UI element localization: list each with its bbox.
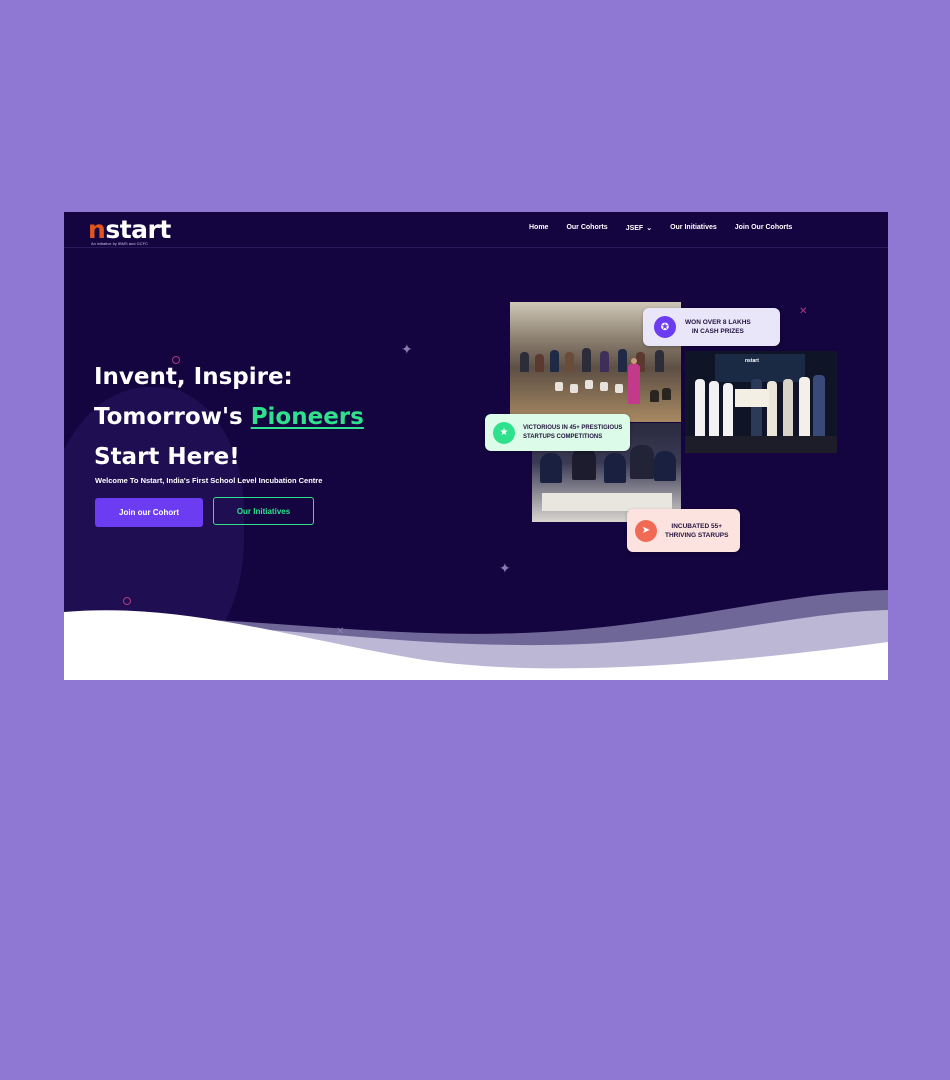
nav-links: Home Our Cohorts JSEF ⌄ Our Initiatives J… <box>529 224 810 232</box>
hero-heading-line2: Tomorrow's Pioneers <box>94 397 364 437</box>
nav-our-initiatives[interactable]: Our Initiatives <box>670 224 717 232</box>
competitions-text: VICTORIOUS IN 45+ PRESTIGIOUS STARTUPS C… <box>523 424 622 442</box>
top-navbar: nstart An initiative by IBMS and GCFC Ho… <box>64 212 888 248</box>
nav-jsef-dropdown[interactable]: JSEF ⌄ <box>626 224 652 232</box>
rocket-icon: ➤ <box>635 519 657 542</box>
startups-line1: INCUBATED 55+ <box>671 522 723 530</box>
nav-jsef-label: JSEF <box>625 225 644 232</box>
competitions-line1: VICTORIOUS IN 45+ PRESTIGIOUS <box>523 424 623 431</box>
award-medal-icon: ✪ <box>654 316 676 338</box>
stage-screen-label: nstart <box>745 358 759 364</box>
hero-subtitle: Welcome To Nstart, India's First School … <box>95 476 323 485</box>
stage-screen: nstart <box>715 354 805 382</box>
competitions-line2: STARTUPS COMPETITIONS <box>523 433 603 440</box>
cash-prizes-line1: WON OVER 8 LAKHS <box>685 319 751 326</box>
startups-badge: ➤ INCUBATED 55+ THRIVING STARUPS <box>627 509 740 552</box>
x-mark-icon: ✕ <box>799 306 808 317</box>
website-frame: nstart An initiative by IBMS and GCFC Ho… <box>64 212 888 680</box>
nav-join-our-cohorts[interactable]: Join Our Cohorts <box>735 224 793 232</box>
nav-our-cohorts[interactable]: Our Cohorts <box>566 224 607 232</box>
competitions-badge: ★ VICTORIOUS IN 45+ PRESTIGIOUS STARTUPS… <box>485 414 630 451</box>
nstart-logo[interactable]: nstart An initiative by IBMS and GCFC <box>88 215 171 247</box>
hero-heading-highlight: Pioneers <box>250 404 364 430</box>
team-award-photo: nstart <box>685 351 837 453</box>
nav-home[interactable]: Home <box>529 224 548 232</box>
hero-heading-line1: Invent, Inspire: <box>94 364 293 390</box>
cash-prizes-line2: IN CASH PRIZES <box>691 328 744 335</box>
sparkle-icon: ✦ <box>499 560 511 576</box>
cash-prizes-badge: ✪ WON OVER 8 LAKHS IN CASH PRIZES <box>643 308 780 346</box>
trophy-icon: ★ <box>493 421 515 444</box>
prize-cheque <box>735 389 769 407</box>
bottom-wave-divider <box>64 590 888 680</box>
chevron-down-icon: ⌄ <box>646 225 653 232</box>
our-initiatives-button[interactable]: Our Initiatives <box>213 497 314 525</box>
logo-wordmark: nstart <box>88 215 171 244</box>
sparkle-icon: ✦ <box>401 341 413 357</box>
join-our-cohort-button[interactable]: Join our Cohort <box>95 498 203 527</box>
startups-line2: THRIVING STARUPS <box>665 531 729 539</box>
startups-text: INCUBATED 55+ THRIVING STARUPS <box>665 522 728 540</box>
hero-heading-line2-prefix: Tomorrow's <box>94 404 251 430</box>
hero-heading: Invent, Inspire: Tomorrow's Pioneers Sta… <box>94 357 364 477</box>
cash-prizes-text: WON OVER 8 LAKHS IN CASH PRIZES <box>685 318 751 336</box>
hero-heading-line3: Start Here! <box>94 444 240 470</box>
